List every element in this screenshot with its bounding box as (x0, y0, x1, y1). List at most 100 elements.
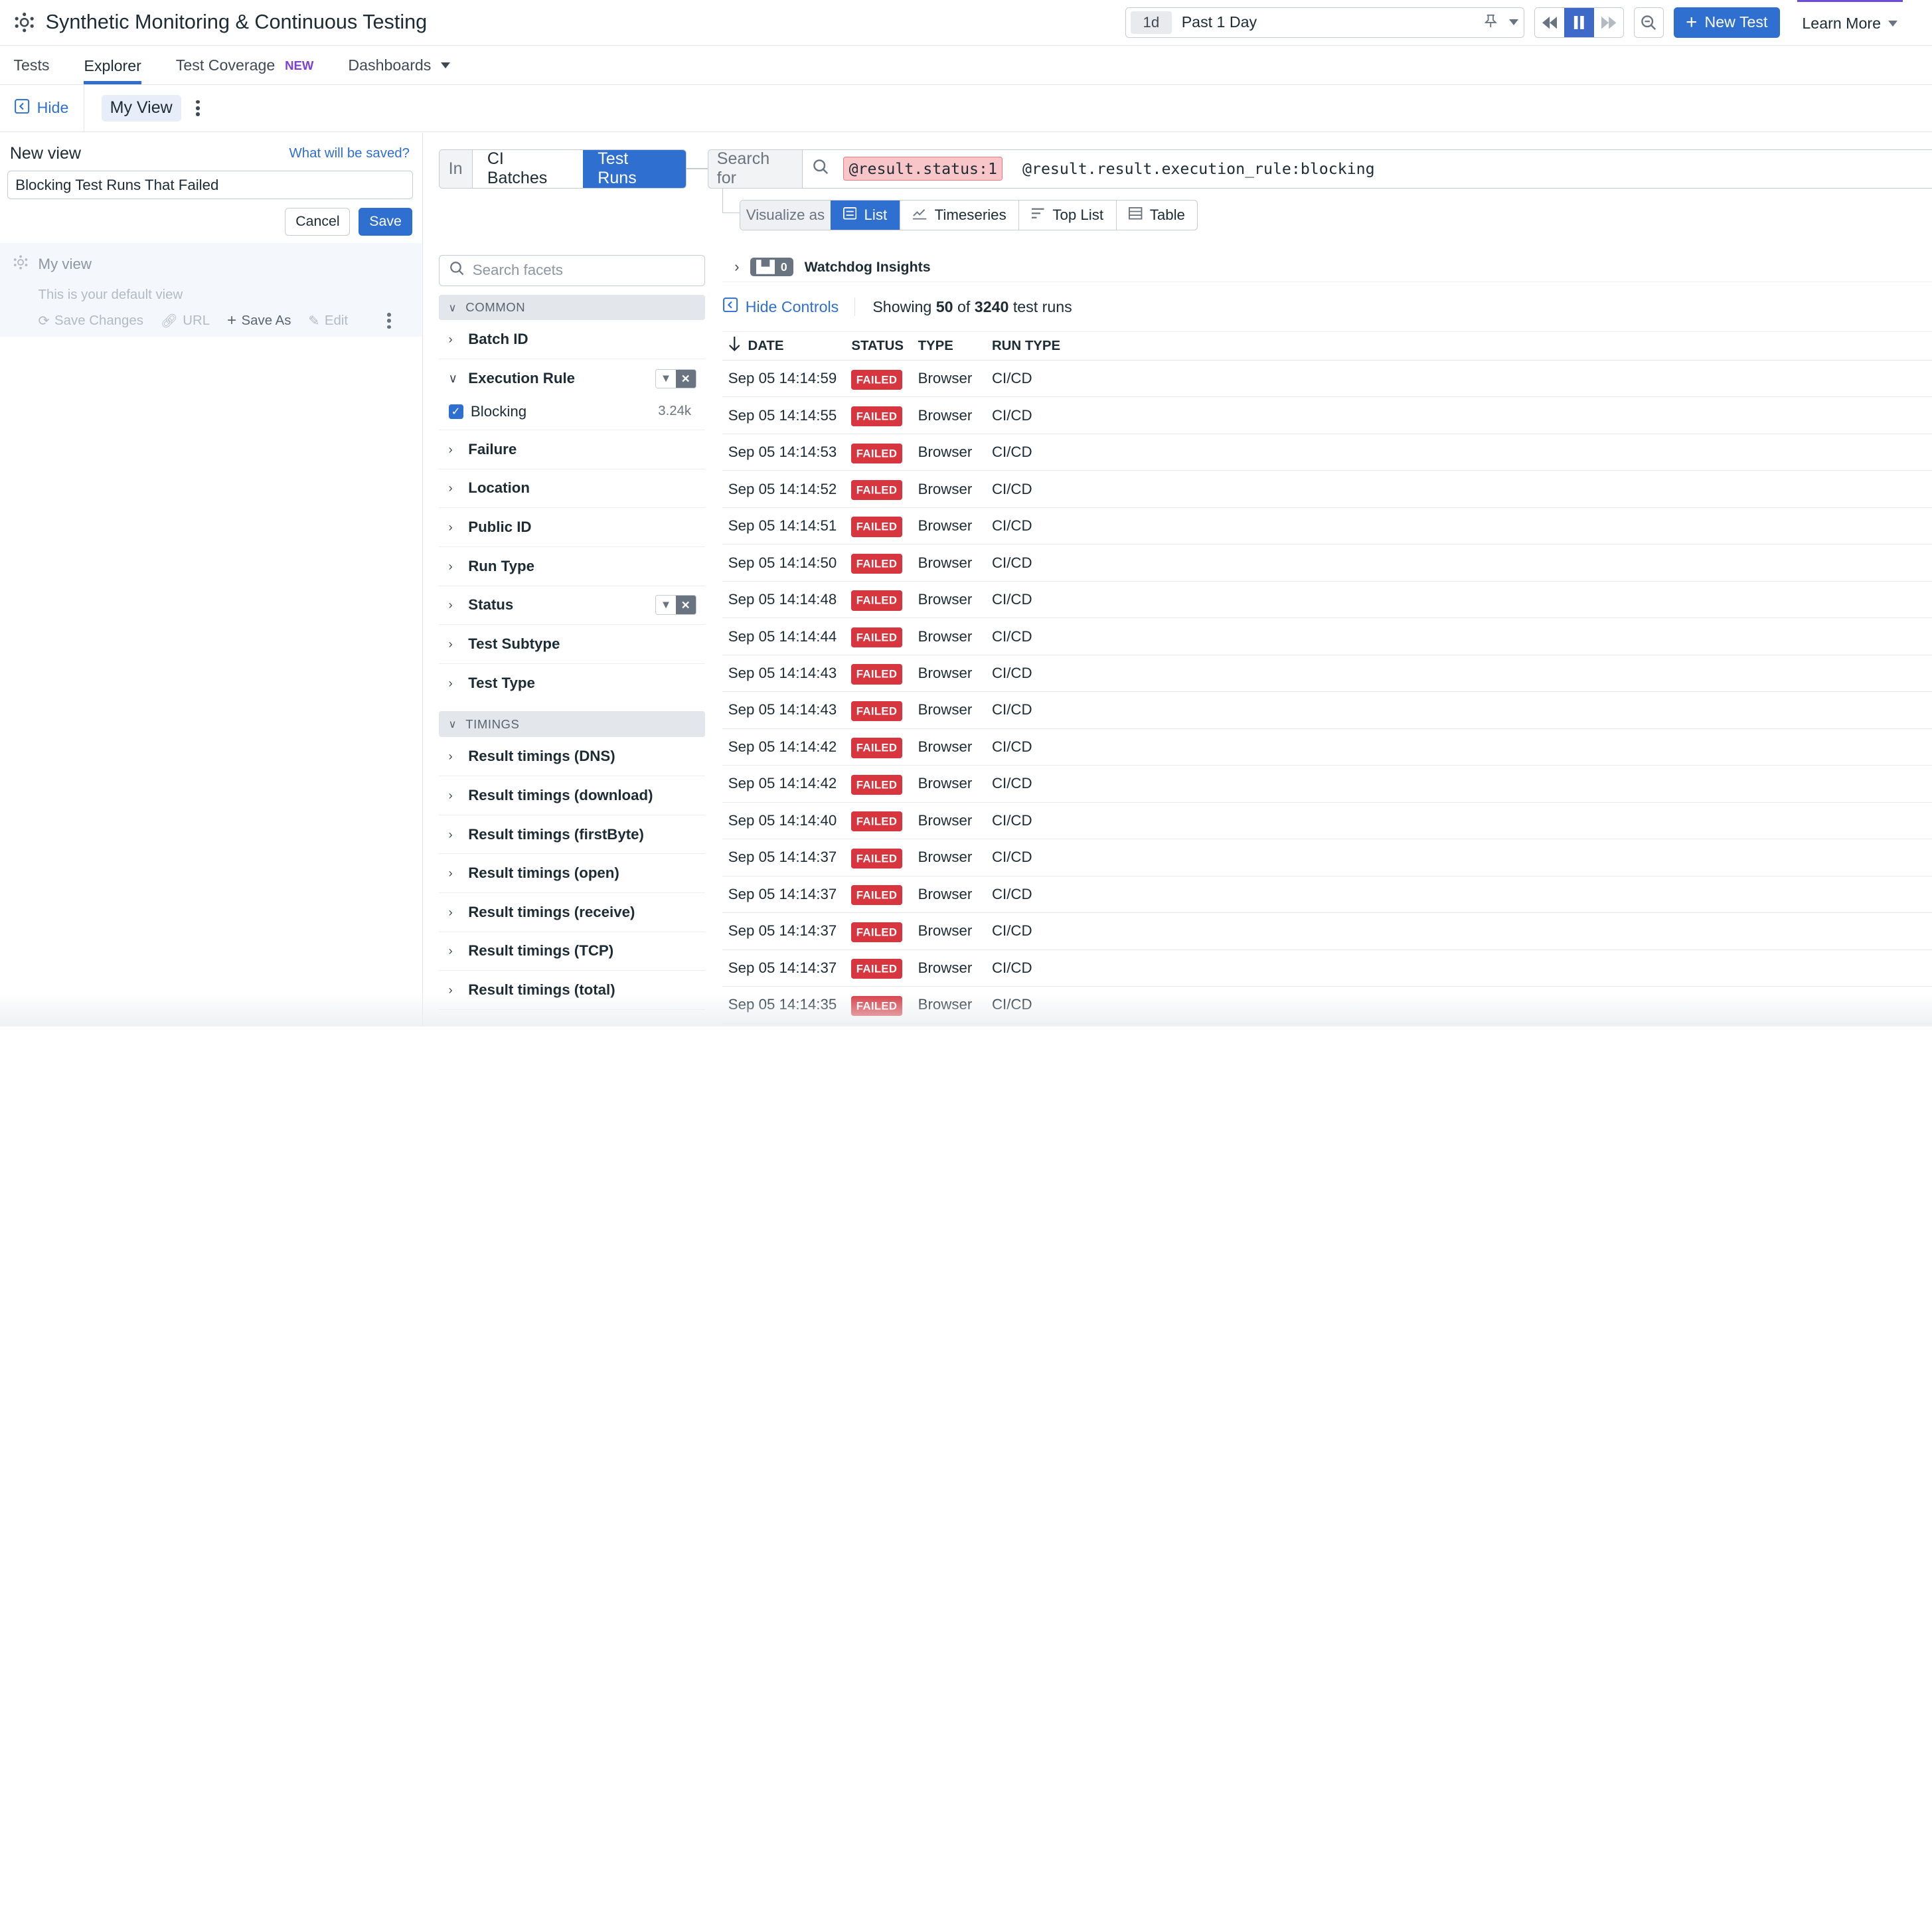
column-type[interactable]: TYPE (916, 339, 989, 354)
facet-timing-receive[interactable]: › Result timings (receive) (438, 893, 705, 932)
filter-icon[interactable]: ▼ (656, 596, 676, 614)
table-row[interactable]: Sep 05 14:14:44 FAILED Browser CI/CD (722, 618, 1932, 655)
current-view-chip[interactable]: My View (101, 94, 181, 122)
viz-timeseries[interactable]: Timeseries (899, 200, 1019, 230)
table-row[interactable]: Sep 05 14:14:42 FAILED Browser CI/CD (722, 766, 1932, 803)
facet-timing-tcp[interactable]: › Result timings (TCP) (438, 932, 705, 971)
rewind-icon[interactable] (1534, 7, 1565, 38)
table-row[interactable]: Sep 05 14:14:52 FAILED Browser CI/CD (722, 471, 1932, 508)
viz-list[interactable]: List (831, 200, 900, 230)
tab-explorer[interactable]: Explorer (84, 57, 141, 85)
table-row[interactable]: Sep 05 14:14:42 FAILED Browser CI/CD (722, 729, 1932, 766)
facet-status[interactable]: › Status ▼ ✕ (438, 586, 705, 625)
table-row[interactable]: Sep 05 14:14:53 FAILED Browser CI/CD (722, 434, 1932, 471)
hide-panel-button[interactable]: Hide (0, 85, 84, 131)
cell-date: Sep 05 14:14:42 (728, 775, 837, 792)
facet-group-timings[interactable]: ∨ TIMINGS (438, 711, 705, 738)
edit-button[interactable]: ✎ Edit (308, 313, 348, 329)
table-row[interactable]: Sep 05 14:14:35 FAILED Browser CI/CD (722, 987, 1932, 1024)
facet-timing-download[interactable]: › Result timings (download) (438, 776, 705, 815)
facet-label: Test Subtype (468, 635, 560, 653)
facet-test-type[interactable]: › Test Type (439, 664, 705, 703)
facet-location[interactable]: › Location (438, 469, 705, 509)
viz-table[interactable]: Table (1115, 200, 1198, 230)
cell-run-type: CI/CD (991, 554, 1032, 571)
zoom-out-icon[interactable] (1634, 7, 1664, 39)
column-run-type[interactable]: RUN TYPE (989, 339, 1087, 354)
more-options-icon[interactable] (196, 100, 200, 116)
cell-run-type: CI/CD (991, 996, 1032, 1013)
facet-timing-firstbyte[interactable]: › Result timings (firstByte) (438, 815, 705, 855)
more-options-icon[interactable] (387, 313, 392, 329)
learn-more-label: Learn More (1802, 14, 1881, 32)
facet-timing-total[interactable]: › Result timings (total) (438, 971, 705, 1010)
fast-forward-icon[interactable] (1593, 7, 1624, 38)
facet-run-type[interactable]: › Run Type (438, 547, 705, 586)
tab-dashboards[interactable]: Dashboards (348, 56, 451, 84)
query-token-execution-rule[interactable]: @result.result.execution_rule:blocking (1018, 157, 1380, 180)
pause-icon[interactable] (1564, 7, 1594, 38)
table-row[interactable]: Sep 05 14:14:37 FAILED Browser CI/CD (722, 876, 1932, 914)
facet-execution-rule[interactable]: ∨ Execution Rule ▼ ✕ (439, 359, 705, 398)
hide-controls-button[interactable]: Hide Controls (723, 297, 856, 317)
what-will-be-saved-link[interactable]: What will be saved? (289, 146, 410, 161)
tab-test-coverage[interactable]: Test Coverage NEW (176, 56, 314, 84)
chevron-down-icon[interactable] (1509, 19, 1519, 26)
table-row[interactable]: Sep 05 14:14:50 FAILED Browser CI/CD (722, 544, 1932, 582)
learn-more-menu[interactable]: Learn More (1797, 0, 1903, 45)
facet-search-input[interactable]: Search facets (438, 255, 705, 286)
table-row[interactable]: Sep 05 14:14:37 FAILED Browser CI/CD (722, 950, 1932, 987)
table-row[interactable]: Sep 05 14:14:43 FAILED Browser CI/CD (722, 692, 1932, 729)
viz-top-list[interactable]: Top List (1018, 200, 1115, 230)
chevron-right-icon: › (448, 520, 453, 535)
filter-icon[interactable]: ▼ (656, 370, 676, 388)
query-token-status[interactable]: @result.status:1 (843, 157, 1003, 181)
facet-timing-dns[interactable]: › Result timings (DNS) (438, 737, 705, 777)
viz-table-label: Table (1149, 206, 1185, 223)
copy-url-button[interactable]: 🔗︎ URL (161, 313, 210, 329)
search-query-input[interactable]: @result.status:1 @result.result.executio… (802, 149, 1932, 189)
clear-icon[interactable]: ✕ (675, 369, 696, 388)
table-row[interactable]: Sep 05 14:14:37 FAILED Browser CI/CD (722, 839, 1932, 876)
table-row[interactable]: Sep 05 14:14:59 FAILED Browser CI/CD (722, 361, 1932, 398)
scope-test-runs[interactable]: Test Runs (583, 150, 686, 188)
saved-view-item[interactable]: My view This is your default view ⟳ Save… (0, 242, 422, 337)
cell-date: Sep 05 14:14:43 (728, 701, 837, 718)
table-row[interactable]: Sep 05 14:14:55 FAILED Browser CI/CD (722, 397, 1932, 434)
column-date[interactable]: DATE (722, 336, 846, 355)
facet-public-id[interactable]: › Public ID (438, 508, 705, 547)
table-row[interactable]: Sep 05 14:14:40 FAILED Browser CI/CD (722, 803, 1932, 840)
cell-status: FAILED (845, 774, 916, 795)
chevron-down-icon: ∨ (448, 371, 458, 386)
time-range-picker[interactable]: 1d Past 1 Day (1125, 7, 1524, 39)
cancel-button[interactable]: Cancel (285, 207, 351, 236)
clear-icon[interactable]: ✕ (675, 596, 696, 615)
view-name-field[interactable] (7, 171, 413, 199)
table-row[interactable]: Sep 05 14:14:48 FAILED Browser CI/CD (722, 582, 1932, 619)
views-panel: New view What will be saved? Cancel Save… (0, 133, 423, 1027)
scope-ci-batches[interactable]: CI Batches (473, 150, 583, 188)
save-changes-button[interactable]: ⟳ Save Changes (39, 313, 143, 329)
sort-descending-icon[interactable] (728, 336, 741, 355)
pin-icon[interactable] (1484, 14, 1498, 31)
column-status[interactable]: STATUS (845, 339, 916, 354)
results-panel: › ▙▟ 0 Watchdog Insights Hide Controls S… (722, 255, 1932, 1024)
tab-tests[interactable]: Tests (13, 56, 49, 84)
table-row[interactable]: Sep 05 14:14:51 FAILED Browser CI/CD (722, 508, 1932, 545)
table-row[interactable]: Sep 05 14:14:43 FAILED Browser CI/CD (722, 655, 1932, 693)
facet-failure[interactable]: › Failure (438, 430, 705, 469)
table-row[interactable]: Sep 05 14:14:37 FAILED Browser CI/CD (722, 913, 1932, 950)
facet-test-subtype[interactable]: › Test Subtype (438, 625, 705, 664)
facet-value-blocking[interactable]: ✓ Blocking 3.24k (438, 398, 705, 431)
facet-group-common[interactable]: ∨ COMMON (438, 294, 705, 321)
new-test-button[interactable]: + New Test (1673, 7, 1781, 39)
scope-selector: In CI Batches Test Runs (438, 149, 687, 189)
cell-type: Browser (918, 480, 973, 497)
facet-batch-id[interactable]: › Batch ID (438, 320, 705, 360)
save-button[interactable]: Save (359, 207, 412, 236)
checkbox-checked-icon[interactable]: ✓ (448, 404, 463, 419)
save-as-button[interactable]: + Save As (227, 311, 291, 330)
watchdog-count: 0 (780, 260, 787, 274)
facet-timing-open[interactable]: › Result timings (open) (438, 854, 705, 894)
watchdog-insights-bar[interactable]: › ▙▟ 0 Watchdog Insights (722, 255, 1932, 282)
